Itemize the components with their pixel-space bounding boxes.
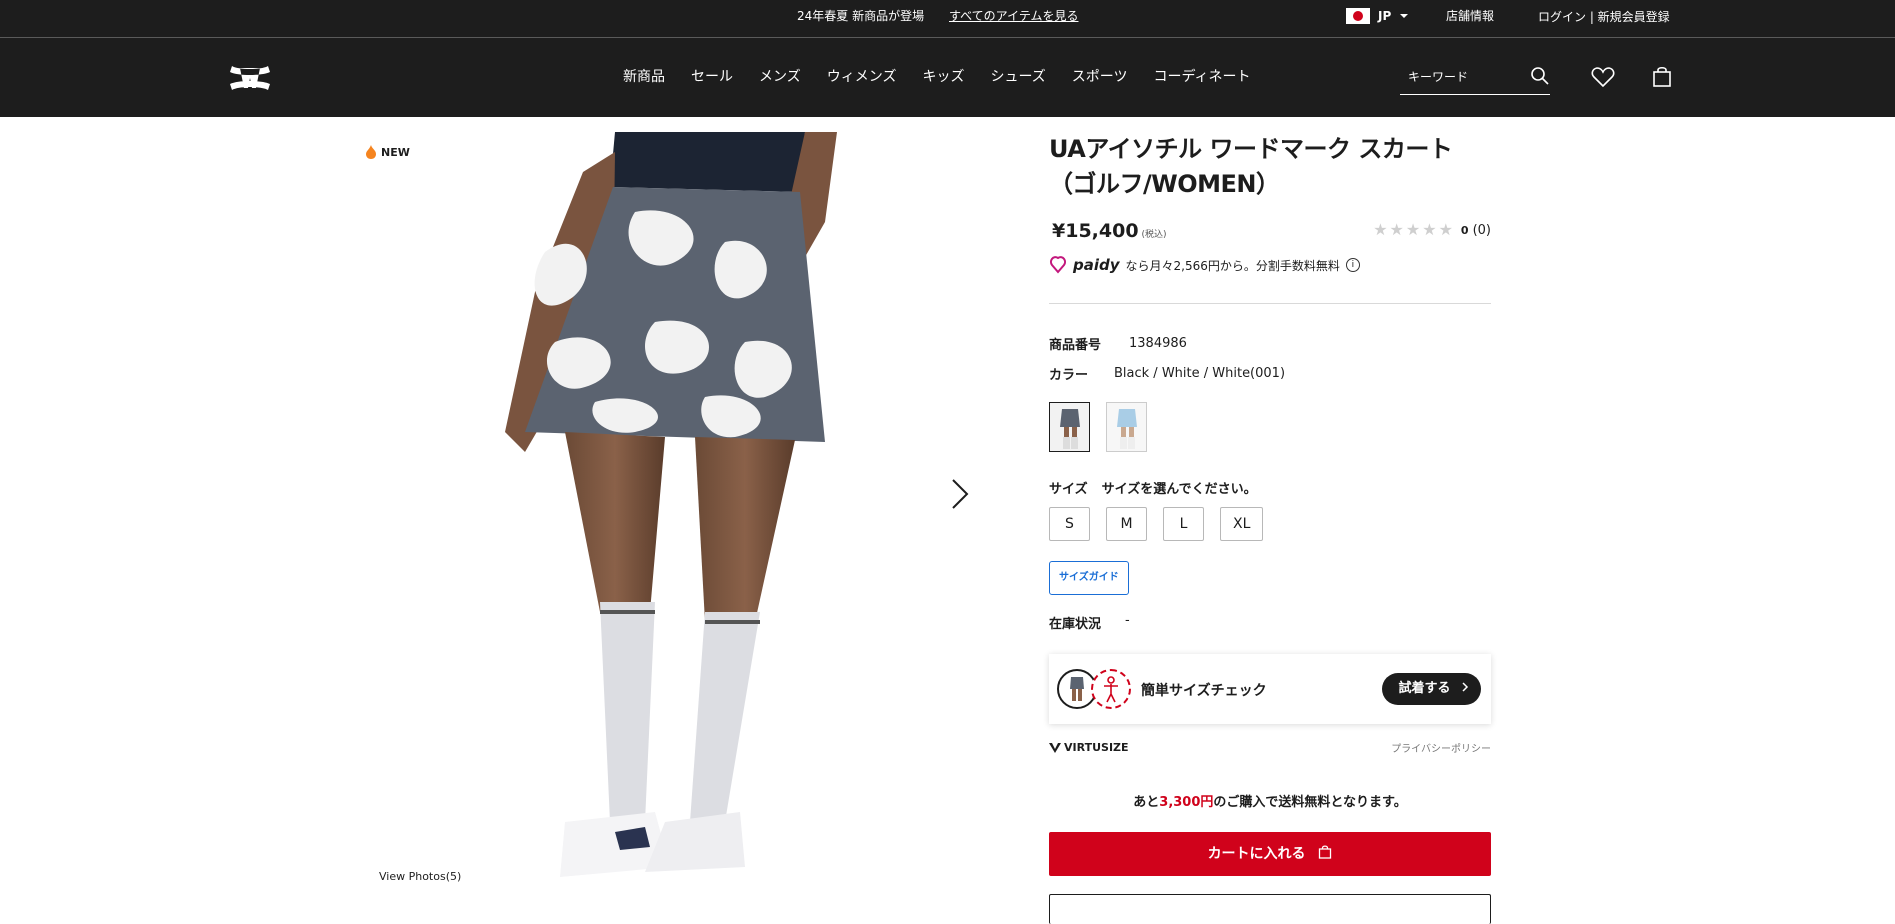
shopping-bag-icon[interactable] [1652, 66, 1672, 88]
promo-message: 24年春夏 新商品が登場 [797, 9, 925, 23]
size-hint: サイズを選んでください。 [1101, 482, 1257, 497]
tax-note: (税込) [1141, 230, 1167, 240]
size-label: サイズ [1049, 482, 1088, 497]
nav-item-shoes[interactable]: シューズ [990, 66, 1045, 86]
virtusize-brand-label: VIRTUSIZE [1064, 741, 1129, 754]
virtusize-try-label: 試着する [1398, 681, 1451, 696]
privacy-policy-link[interactable]: プライバシーポリシー [1391, 740, 1491, 755]
paidy-logo-icon [1049, 256, 1067, 274]
secondary-button[interactable] [1049, 894, 1491, 924]
main-header: 新商品 セール メンズ ウィメンズ キッズ シューズ スポーツ コーディネート [0, 37, 1895, 117]
color-value: Black / White / White(001) [1114, 365, 1286, 381]
nav-item-new[interactable]: 新商品 [623, 66, 665, 86]
color-label: カラー [1049, 367, 1089, 383]
shopping-bag-icon [1319, 845, 1332, 859]
search-input[interactable] [1408, 70, 1518, 84]
rating-count: (0) [1472, 222, 1491, 238]
product-title-line1: UAアイソチル ワードマーク スカート [1049, 135, 1453, 163]
rating[interactable]: ★ ★ ★ ★ ★ 0 (0) [1373, 222, 1491, 238]
product-title-line2: （ゴルフ/WOMEN） [1049, 170, 1280, 198]
paidy-logo-text: paidy [1073, 256, 1120, 274]
star-icon: ★ [1405, 220, 1421, 239]
shipping-suffix: のご購入で送料無料となります。 [1213, 795, 1407, 810]
stock-value: - [1125, 613, 1130, 628]
size-row: サイズ サイズを選んでください。 [1049, 478, 1491, 497]
nav-item-mens[interactable]: メンズ [759, 66, 801, 86]
star-icon: ★ [1422, 220, 1437, 239]
new-badge: NEW [365, 145, 410, 159]
price: ¥15,400 (税込) [1052, 220, 1167, 242]
search-icon[interactable] [1530, 66, 1550, 86]
product-number-label: 商品番号 [1049, 337, 1102, 353]
size-options: S M L XL [1049, 507, 1491, 541]
product-number-value: 1384986 [1129, 335, 1187, 351]
nav-item-sports[interactable]: スポーツ [1072, 66, 1128, 86]
body-figure-icon [1091, 669, 1131, 709]
virtusize-footer: VIRTUSIZE プライバシーポリシー [1049, 740, 1491, 755]
new-badge-label: NEW [381, 145, 410, 159]
info-icon[interactable]: i [1345, 258, 1360, 272]
product-photo[interactable] [465, 132, 935, 897]
paidy-installment: paidy なら月々2,566円から。分割手数料無料 i [1049, 254, 1491, 276]
add-to-cart-button[interactable]: カートに入れる [1049, 832, 1491, 876]
product-title: UAアイソチル ワードマーク スカート （ゴルフ/WOMEN） [1049, 132, 1491, 202]
size-button-m[interactable]: M [1106, 507, 1147, 541]
product-number-row: 商品番号 1384986 [1049, 328, 1491, 358]
free-shipping-note: あと3,300円のご購入で送料無料となります。 [1049, 791, 1491, 810]
virtusize-logo-icon [1049, 742, 1061, 753]
star-icon: ★ [1373, 220, 1388, 239]
product-info: UAアイソチル ワードマーク スカート （ゴルフ/WOMEN） ¥15,400(… [1049, 132, 1491, 924]
virtusize-icons [1057, 669, 1131, 709]
promo-all-items-link[interactable]: すべてのアイテムを見る [949, 7, 1078, 24]
locale-label: JP [1378, 9, 1392, 23]
virtusize-widget: 簡単サイズチェック 試着する [1049, 654, 1491, 724]
store-info-link[interactable]: 店舗情報 [1446, 7, 1494, 24]
view-photos-link[interactable]: View Photos(5) [379, 870, 461, 883]
color-swatch-blue[interactable] [1106, 402, 1147, 452]
star-icon: ★ [1438, 220, 1453, 239]
virtusize-brand: VIRTUSIZE [1049, 741, 1129, 754]
login-register-link[interactable]: ログイン | 新規会員登録 [1538, 8, 1670, 25]
flame-icon [366, 145, 376, 159]
size-button-l[interactable]: L [1163, 507, 1204, 541]
main-nav: 新商品 セール メンズ ウィメンズ キッズ シューズ スポーツ コーディネート [623, 66, 1277, 86]
shipping-prefix: あと [1133, 795, 1160, 810]
next-photo-arrow-icon[interactable] [950, 477, 970, 511]
size-guide-button[interactable]: サイズガイド [1049, 561, 1129, 595]
heart-icon[interactable] [1591, 66, 1615, 88]
size-button-xl[interactable]: XL [1220, 507, 1264, 541]
nav-item-womens[interactable]: ウィメンズ [827, 66, 897, 86]
under-armour-logo-icon[interactable] [228, 64, 272, 92]
stock-row: 在庫状況 - [1049, 613, 1491, 632]
stock-label: 在庫状況 [1049, 617, 1102, 632]
promo-bar: 24年春夏 新商品が登場 すべてのアイテムを見る JP 店舗情報 ログイン | … [0, 0, 1895, 37]
color-swatches [1049, 402, 1491, 452]
chevron-down-icon [1400, 14, 1409, 18]
star-icon: ★ [1389, 220, 1404, 239]
search-box [1400, 62, 1550, 95]
virtusize-try-button[interactable]: 試着する [1382, 673, 1481, 705]
japan-flag-icon [1346, 8, 1370, 24]
shipping-amount: 3,300円 [1159, 795, 1214, 810]
price-value: ¥15,400 [1052, 220, 1139, 242]
size-button-s[interactable]: S [1049, 507, 1090, 541]
color-row: カラー Black / White / White(001) [1049, 358, 1491, 388]
nav-item-coordinate[interactable]: コーディネート [1154, 66, 1251, 86]
color-swatch-black[interactable] [1049, 402, 1090, 452]
nav-item-sale[interactable]: セール [691, 66, 733, 86]
skirt-model-image [505, 132, 837, 877]
nav-item-kids[interactable]: キッズ [922, 66, 964, 86]
rating-value: 0 [1460, 223, 1469, 237]
paidy-text: なら月々2,566円から。分割手数料無料 [1125, 258, 1340, 273]
divider [1049, 303, 1491, 304]
locale-selector[interactable]: JP [1346, 8, 1409, 24]
price-row: ¥15,400 (税込) ★ ★ ★ ★ ★ 0 (0) [1049, 214, 1491, 254]
virtusize-text: 簡単サイズチェック [1141, 683, 1267, 699]
add-to-cart-label: カートに入れる [1207, 846, 1306, 862]
chevron-right-icon [1462, 682, 1469, 692]
